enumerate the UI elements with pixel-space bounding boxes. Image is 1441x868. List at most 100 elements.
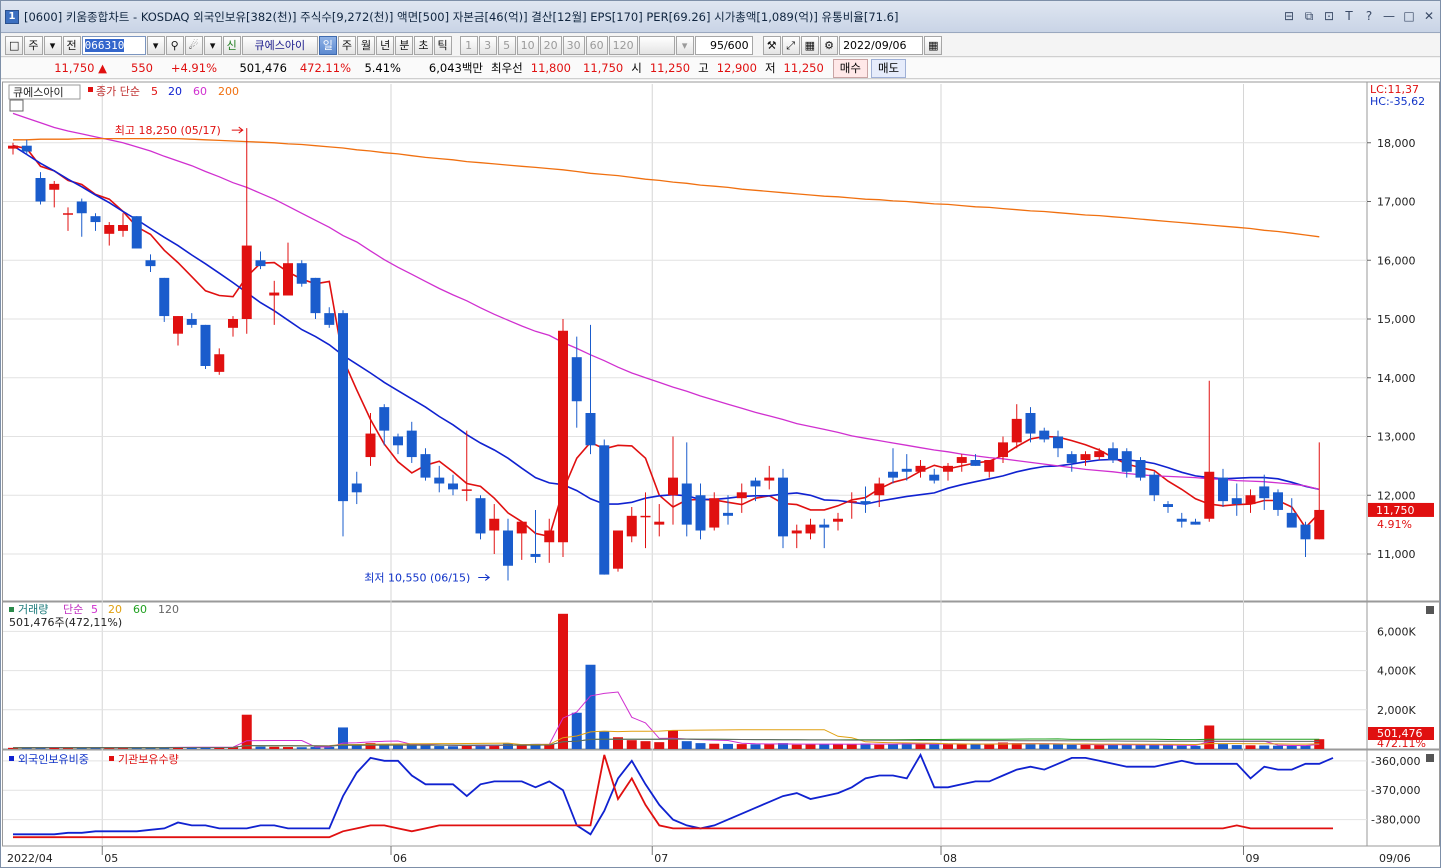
minute-5-button[interactable]: 5 xyxy=(497,35,516,55)
period-month-tab[interactable]: 월 xyxy=(357,35,376,55)
volume-bar xyxy=(1135,745,1146,749)
volume-bar xyxy=(791,744,802,749)
gear-icon[interactable]: ⚙ xyxy=(820,35,839,55)
bar-count-input[interactable]: 95/600 xyxy=(694,35,753,55)
volume-bar xyxy=(929,744,940,749)
minute-120-button[interactable]: 120 xyxy=(608,35,638,55)
speaker-icon[interactable]: ☄ xyxy=(184,35,203,55)
market-stock-button[interactable]: 주 xyxy=(24,35,43,55)
chart-menu-icon[interactable]: □ xyxy=(5,35,24,55)
window-number[interactable]: 1 xyxy=(5,9,19,24)
minute-3-button[interactable]: 3 xyxy=(478,35,497,55)
market-dropdown-icon[interactable]: ▾ xyxy=(43,35,62,55)
sell-button[interactable]: 매도 xyxy=(870,58,907,78)
candle-body xyxy=(200,324,211,366)
minute-60-button[interactable]: 60 xyxy=(585,35,608,55)
link-icon[interactable]: ⊡ xyxy=(1322,9,1336,23)
text-icon[interactable]: T xyxy=(1342,9,1356,23)
candle-body xyxy=(846,501,857,503)
volume-bar xyxy=(805,744,816,749)
volume-legend-ma-20: 20 xyxy=(108,603,122,616)
chart-window: 1 [0600] 키움종합차트 - KOSDAQ 외국인보유[382(천)] 주… xyxy=(0,0,1441,868)
minute-dropdown-icon[interactable]: ▾ xyxy=(675,35,694,55)
volume-legend-marker xyxy=(9,607,14,612)
period-second-tab[interactable]: 초 xyxy=(414,35,433,55)
price-tick-label: 12,000 xyxy=(1377,489,1416,502)
volume-pct-label: 472.11% xyxy=(1377,737,1426,750)
period-tick-tab[interactable]: 틱 xyxy=(433,35,452,55)
price-tick-label: 16,000 xyxy=(1377,254,1416,267)
volume-bar xyxy=(695,743,706,749)
volume-bar xyxy=(709,743,720,749)
volume-bar xyxy=(1176,745,1187,749)
candle-body xyxy=(448,483,458,490)
help-icon[interactable]: ? xyxy=(1362,9,1376,23)
minimize-icon[interactable]: — xyxy=(1382,9,1396,23)
candle-body xyxy=(131,216,142,249)
date-input[interactable]: 2022/09/06 xyxy=(839,35,924,55)
period-day-tab[interactable]: 일 xyxy=(318,35,337,55)
speaker-dropdown-icon[interactable]: ▾ xyxy=(203,35,222,55)
minute-1-button[interactable]: 1 xyxy=(459,35,478,55)
new-listing-tag: 신 xyxy=(222,35,241,55)
minute-20-button[interactable]: 20 xyxy=(539,35,562,55)
indicator-icon[interactable]: ⤢ xyxy=(781,35,800,55)
candle-body xyxy=(695,495,706,531)
search-icon[interactable]: ⚲ xyxy=(165,35,184,55)
calendar-icon[interactable]: ▦ xyxy=(924,35,943,55)
candle-body xyxy=(351,483,362,493)
volume-bar xyxy=(269,746,280,749)
market-all-button[interactable]: 전 xyxy=(62,35,81,55)
layout-icon[interactable]: ⊟ xyxy=(1282,9,1296,23)
legend-ma-200: 200 xyxy=(218,85,239,98)
window-title: [0600] 키움종합차트 - KOSDAQ 외국인보유[382(천)] 주식수… xyxy=(24,9,899,24)
period-year-tab[interactable]: 년 xyxy=(376,35,395,55)
copy-icon[interactable]: ⧉ xyxy=(1302,9,1316,23)
candle-body xyxy=(338,313,348,502)
volume-bar xyxy=(970,744,981,749)
period-minute-tab[interactable]: 분 xyxy=(395,35,414,55)
candle-body xyxy=(379,407,390,431)
minute-custom-input[interactable] xyxy=(638,35,675,55)
code-dropdown-icon[interactable]: ▾ xyxy=(146,35,165,55)
candle-body xyxy=(214,354,225,372)
maximize-icon[interactable]: □ xyxy=(1402,9,1416,23)
buy-button[interactable]: 매수 xyxy=(832,58,868,78)
volume-bar xyxy=(723,743,733,749)
high-annotation: 최고 18,250 (05/17) xyxy=(115,124,221,137)
candle-body xyxy=(21,145,32,152)
candle-body xyxy=(1080,454,1091,460)
volume-bar xyxy=(915,743,926,749)
price-tick-label: 14,000 xyxy=(1377,372,1416,385)
chart-toolbar: □ 주 ▾ 전 066310 ▾ ⚲ ☄ ▾ 신 큐에스아이 일 주 월 년 분… xyxy=(1,34,1440,57)
stock-code-input[interactable]: 066310 xyxy=(81,35,146,55)
minute-30-button[interactable]: 30 xyxy=(562,35,585,55)
low-price: 11,250 xyxy=(783,61,824,75)
holding-legend-marker-2 xyxy=(109,756,114,761)
volume-pane-close-icon xyxy=(1426,606,1434,614)
candle-body xyxy=(159,277,170,317)
save-icon[interactable]: ▦ xyxy=(800,35,820,55)
volume-bar xyxy=(393,745,403,749)
candle-body xyxy=(118,225,128,231)
tools-icon[interactable]: ⚒ xyxy=(762,35,781,55)
period-week-tab[interactable]: 주 xyxy=(337,35,357,55)
volume-bar xyxy=(255,746,266,749)
price-tick-label: 17,000 xyxy=(1377,196,1416,209)
candle-body xyxy=(723,512,733,516)
volume-bar xyxy=(626,740,637,749)
holding-pane-close-icon xyxy=(1426,754,1434,762)
holding-tick-label: -380,000 xyxy=(1371,814,1420,827)
candle-body xyxy=(984,460,995,472)
candle-body xyxy=(901,468,912,472)
stock-name: 큐에스아이 xyxy=(241,35,318,55)
close-icon[interactable]: ✕ xyxy=(1422,9,1436,23)
minute-10-button[interactable]: 10 xyxy=(516,35,539,55)
volume-bar xyxy=(1039,744,1050,749)
quote-price-wrap: 11,750 ▲ xyxy=(1,61,109,75)
volume-bar xyxy=(1025,744,1036,749)
low-label: 저 xyxy=(764,61,776,75)
volume-legend-ma-120: 120 xyxy=(158,603,179,616)
stock-chart[interactable]: 11,000 12,000 13,000 14,000 15,000 16,000 17,0… xyxy=(1,80,1441,868)
candle-body xyxy=(406,430,417,458)
